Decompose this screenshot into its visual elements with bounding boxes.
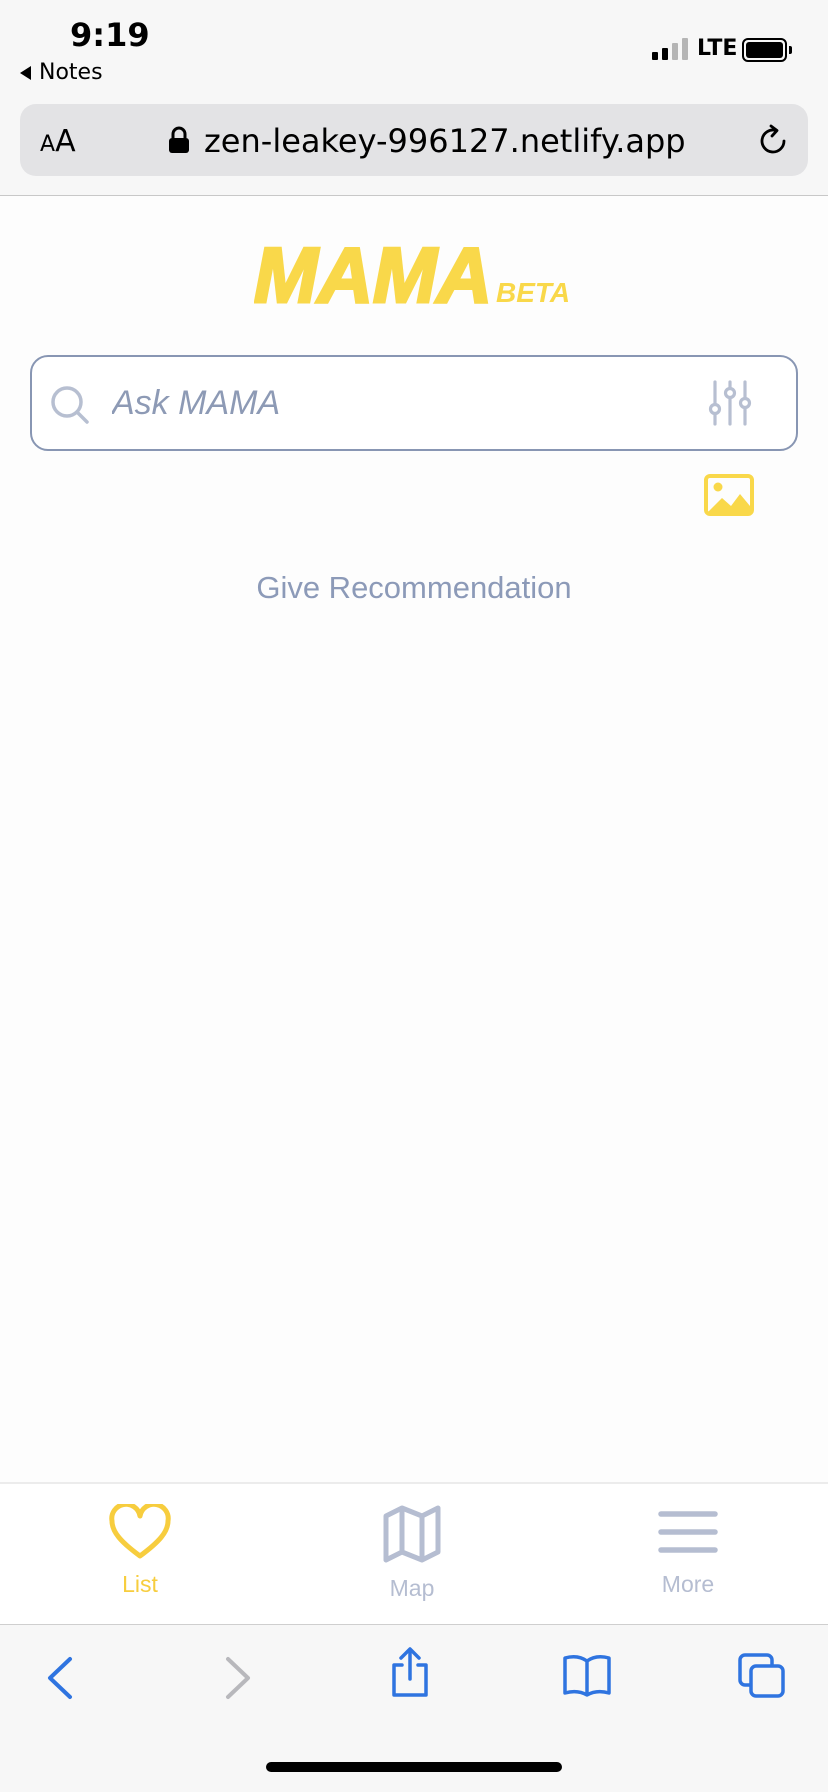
back-triangle-icon: [20, 65, 31, 80]
forward-icon[interactable]: [222, 1655, 254, 1706]
status-time: 9:19: [70, 16, 150, 54]
status-bar: 9:19 Notes LTE: [0, 0, 828, 100]
logo-badge: BETA: [496, 277, 570, 308]
search-icon: [50, 385, 92, 432]
tab-list-label: List: [122, 1571, 158, 1597]
home-indicator[interactable]: [266, 1762, 562, 1772]
tab-more[interactable]: More: [618, 1504, 758, 1598]
search-box[interactable]: [30, 355, 798, 451]
give-recommendation-link[interactable]: Give Recommendation: [0, 570, 828, 606]
image-icon[interactable]: [704, 474, 754, 521]
tab-map-label: Map: [389, 1575, 435, 1601]
share-icon[interactable]: [388, 1647, 432, 1704]
network-type: LTE: [697, 36, 738, 61]
cellular-signal-icon: [652, 38, 688, 60]
map-icon: [382, 1505, 442, 1568]
heart-icon: [109, 1501, 171, 1564]
search-input[interactable]: [112, 377, 692, 429]
reload-icon[interactable]: [756, 124, 790, 163]
text-size-button[interactable]: AA: [40, 124, 76, 159]
app-tab-bar: List Map More: [0, 1482, 828, 1624]
tab-list[interactable]: List: [70, 1501, 210, 1598]
menu-icon: [657, 1511, 719, 1564]
back-app-label: Notes: [39, 60, 103, 85]
back-icon[interactable]: [44, 1655, 76, 1706]
address-bar[interactable]: AA zen-leakey-996127.netlify.app: [20, 104, 808, 176]
filter-sliders-icon[interactable]: [708, 379, 752, 432]
browser-address-area: AA zen-leakey-996127.netlify.app: [0, 100, 828, 196]
lock-icon: [168, 126, 190, 159]
tabs-icon[interactable]: [738, 1653, 786, 1704]
tab-map[interactable]: Map: [342, 1504, 482, 1602]
bookmarks-icon[interactable]: [562, 1653, 612, 1702]
battery-icon: [742, 38, 792, 62]
tab-more-label: More: [661, 1571, 715, 1597]
url-text[interactable]: zen-leakey-996127.netlify.app: [204, 122, 686, 160]
mama-logo: MAMA BETA: [253, 230, 574, 321]
back-to-app-link[interactable]: Notes: [20, 60, 103, 85]
logo-text: MAMA: [254, 240, 492, 310]
